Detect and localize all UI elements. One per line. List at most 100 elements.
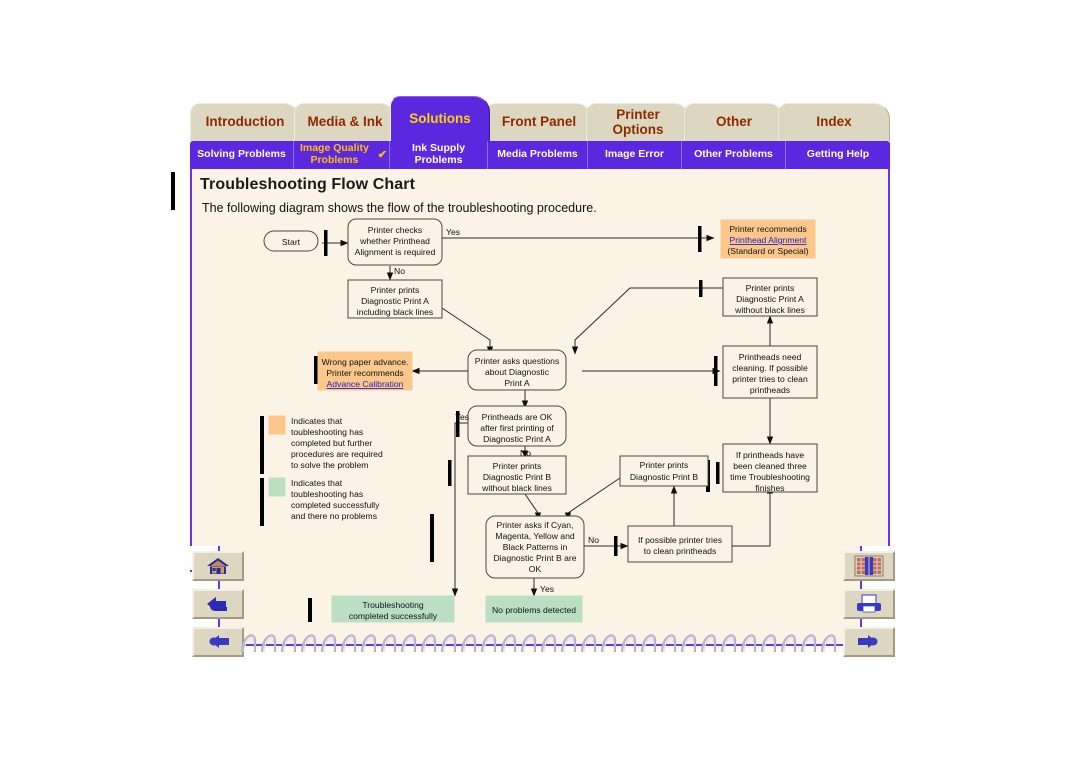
svg-text:Printheads are OK: Printheads are OK [482,412,553,422]
svg-text:Troubleshooting: Troubleshooting [362,600,424,610]
next-page-button[interactable] [843,627,895,657]
svg-text:Diagnostic Print A: Diagnostic Print A [361,296,429,306]
subtab-image-error[interactable]: Image Error [588,141,682,169]
svg-text:(Standard or Special): (Standard or Special) [727,246,808,256]
edge-label-yes: Yes [540,584,554,594]
tab-media-and-ink[interactable]: Media & Ink [294,103,396,141]
svg-text:Diagnostic Print B: Diagnostic Print B [630,472,699,482]
flow-node-print-b-without-black-lines: Printer prints Diagnostic Print B withou… [467,455,567,495]
svg-text:time Troubleshooting: time Troubleshooting [730,472,810,482]
bookshelf-button[interactable] [843,551,895,581]
flow-node-check-alignment: Printer checks whether Printhead Alignme… [347,218,443,266]
svg-text:completed successfully: completed successfully [349,611,438,621]
edge-label-no: No [520,448,531,458]
svg-text:to solve the problem: to solve the problem [291,460,368,470]
tab-index[interactable]: Index [778,103,890,141]
hand-left-icon [209,635,229,648]
svg-text:finishes: finishes [755,483,784,493]
flow-node-ask-patterns-print-b: Printer asks if Cyan, Magenta, Yellow an… [485,515,585,579]
troubleshooting-flow-chart: .nb { fill:#FBF3E5; stroke:#4a4a3f; stro… [260,218,818,623]
svg-text:including black lines: including black lines [357,307,433,317]
tab-solutions[interactable]: Solutions [390,96,490,141]
flow-node-troubleshooting-completed-successfully: Troubleshooting completed successfully [331,595,455,623]
svg-text:If possible printer tries: If possible printer tries [638,535,722,545]
svg-text:without black lines: without black lines [734,305,805,315]
flow-node-ask-questions-print-a: Printer asks questions about Diagnostic … [467,349,567,391]
flow-node-start: Start [263,230,319,252]
link-advance-calibration[interactable]: Advance Calibration [327,379,404,389]
edge-label-no: No [394,266,405,276]
flow-marker [698,226,702,252]
svg-text:Printer checks: Printer checks [368,225,422,235]
svg-text:No problems detected: No problems detected [492,605,576,615]
flow-marker [430,514,434,562]
svg-text:Alignment is required: Alignment is required [355,247,436,257]
flow-marker [614,536,618,556]
subtab-solving-problems[interactable]: Solving Problems [190,141,294,169]
application-window: Introduction Media & Ink Solutions Front… [0,0,1080,763]
flow-node-try-clean-printheads: If possible printer tries to clean print… [627,525,733,563]
print-button[interactable] [843,589,895,619]
flow-marker [314,356,318,384]
svg-text:Indicates that: Indicates that [291,478,343,488]
svg-text:Indicates that: Indicates that [291,416,343,426]
home-button[interactable] [192,551,244,581]
svg-text:printer tries to clean: printer tries to clean [732,374,808,384]
back-button[interactable] [192,589,244,619]
flow-node-print-b: Printer prints Diagnostic Print B [619,455,709,487]
house-icon [207,558,229,574]
flow-marker [714,356,718,386]
flow-node-no-problems-detected: No problems detected [485,595,583,623]
subtab-image-quality-problems[interactable]: Image Quality Problems ✔ [294,141,390,169]
flow-node-recommend-printhead-alignment: Printer recommends Printhead Alignment (… [720,219,816,259]
flow-node-printheads-need-cleaning: Printheads need cleaning. If possible pr… [722,345,818,399]
back-arrow-icon [207,597,227,611]
primary-tab-bar: Introduction Media & Ink Solutions Front… [190,96,890,141]
svg-text:Diagnostic Print B are: Diagnostic Print B are [493,553,576,563]
legend-orange: Indicates that toubleshooting has comple… [268,415,383,470]
tab-introduction[interactable]: Introduction [190,103,300,141]
link-printhead-alignment[interactable]: Printhead Alignment [730,235,808,245]
svg-text:Magenta, Yellow and: Magenta, Yellow and [495,531,575,541]
svg-text:printheads: printheads [750,385,790,395]
svg-text:to clean printheads: to clean printheads [644,546,717,556]
svg-text:Printer prints: Printer prints [371,285,420,295]
svg-text:after first printing of: after first printing of [480,423,554,433]
printer-icon [857,594,881,613]
hand-right-icon [858,635,878,648]
check-icon: ✔ [377,148,387,161]
edge-label-yes: Yes [446,227,460,237]
tab-other[interactable]: Other [684,103,784,141]
svg-text:OK: OK [529,564,542,574]
edge-label-yes: Yes [455,412,469,422]
flow-node-print-a-without-black-lines: Printer prints Diagnostic Print A withou… [722,277,818,317]
svg-text:Diagnostic Print A: Diagnostic Print A [736,294,804,304]
subtab-media-problems[interactable]: Media Problems [488,141,588,169]
svg-text:Printer asks questions: Printer asks questions [475,356,560,366]
change-bar [171,172,175,210]
svg-text:Printer prints: Printer prints [640,460,689,470]
tab-front-panel[interactable]: Front Panel [486,103,592,141]
previous-page-button[interactable] [192,627,244,657]
flow-node-wrong-paper-advance: Wrong paper advance. Printer recommends … [317,351,413,391]
svg-text:completed successfully: completed successfully [291,500,380,510]
svg-text:Wrong paper advance.: Wrong paper advance. [322,357,409,367]
tab-printer-options[interactable]: Printer Options [586,103,690,141]
subtab-ink-supply-problems[interactable]: Ink Supply Problems [390,141,488,169]
flow-node-cleaned-three-times: If printheads have been cleaned three ti… [722,443,818,493]
bookshelf-icon [854,555,884,577]
svg-text:If printheads have: If printheads have [736,450,805,460]
svg-text:Print A: Print A [504,378,530,388]
svg-text:and there no problems: and there no problems [291,511,377,521]
subtab-getting-help[interactable]: Getting Help [786,141,890,169]
svg-text:Diagnostic Print A: Diagnostic Print A [483,434,551,444]
svg-text:Printer asks if Cyan,: Printer asks if Cyan, [497,520,574,530]
flow-node-printheads-are-ok: Printheads are OK after first printing o… [467,405,567,447]
svg-text:toubleshooting has: toubleshooting has [291,489,363,499]
legend-marker [260,478,264,526]
subtab-other-problems[interactable]: Other Problems [682,141,786,169]
svg-text:Printer recommends: Printer recommends [326,368,403,378]
svg-text:whether Printhead: whether Printhead [359,236,430,246]
flow-marker [716,462,720,484]
svg-text:Diagnostic Print B: Diagnostic Print B [483,472,552,482]
